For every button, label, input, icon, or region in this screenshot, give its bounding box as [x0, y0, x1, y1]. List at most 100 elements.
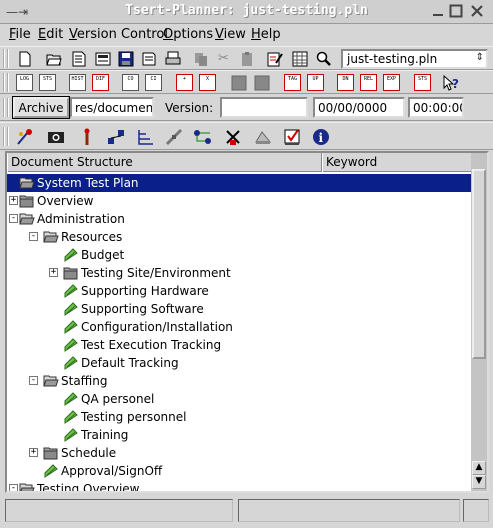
collapse-icon[interactable]: -: [29, 376, 38, 385]
new-document-icon[interactable]: [14, 49, 35, 68]
grid-icon[interactable]: [289, 49, 310, 68]
tree-row-label: Testing personnel: [81, 410, 187, 424]
tree-row[interactable]: Testing personnel: [7, 408, 473, 426]
tree-row[interactable]: Approval/SignOff: [7, 462, 473, 480]
cvs-up-icon[interactable]: UP: [305, 73, 326, 92]
menu-version-control[interactable]: Version Control: [69, 27, 168, 42]
expand-icon[interactable]: +: [49, 268, 58, 277]
cvs-hist-icon[interactable]: HIST: [67, 73, 88, 92]
collapse-icon[interactable]: -: [9, 214, 18, 223]
folder-open-icon: [43, 229, 59, 245]
document-structure-tree[interactable]: Document Structure Keyword System Test P…: [5, 151, 489, 493]
wizard-icon[interactable]: [14, 127, 35, 146]
hierarchy-icon[interactable]: [134, 127, 155, 146]
zoom-icon[interactable]: [313, 49, 334, 68]
scroll-down-arrow[interactable]: ▼: [472, 475, 486, 489]
stop-icon[interactable]: [228, 73, 249, 92]
file-select-combo[interactable]: just-testing.pln ⇕: [341, 49, 488, 69]
menu-view[interactable]: View: [215, 27, 246, 42]
cvs-ci-icon[interactable]: CI: [143, 73, 164, 92]
tree-row[interactable]: Supporting Hardware: [7, 282, 473, 300]
cvs-tag-icon[interactable]: TAG: [282, 73, 303, 92]
cvs-code: EXP: [383, 74, 400, 91]
cvs-log-icon[interactable]: LOG: [14, 73, 35, 92]
tree-row[interactable]: - Testing Overview: [7, 480, 473, 491]
tree-row[interactable]: - Resources: [7, 228, 473, 246]
menu-file[interactable]: File: [9, 27, 31, 42]
collapse-icon[interactable]: -: [29, 232, 38, 241]
menu-edit[interactable]: Edit: [38, 27, 63, 42]
archive-path-input[interactable]: res/documents: [70, 97, 154, 118]
delete-node-icon[interactable]: [222, 127, 243, 146]
leaf-icon: [63, 355, 79, 371]
open-folder-icon[interactable]: [43, 49, 64, 68]
tree-row[interactable]: Supporting Software: [7, 300, 473, 318]
leaf-icon: [63, 283, 79, 299]
pin-icon[interactable]: [76, 127, 97, 146]
date-input[interactable]: 00/00/0000: [313, 97, 405, 118]
print-icon[interactable]: [162, 49, 183, 68]
tree-row[interactable]: QA personel: [7, 390, 473, 408]
time-input[interactable]: 00:00:00: [408, 97, 464, 118]
camera-icon[interactable]: [45, 127, 66, 146]
flow-icon[interactable]: [192, 127, 213, 146]
column-document-structure[interactable]: Document Structure: [7, 153, 322, 172]
version-input[interactable]: [220, 97, 308, 118]
archive-button[interactable]: Archive: [12, 96, 70, 119]
cvs-diff-icon[interactable]: DIF: [90, 73, 111, 92]
cvs-down-icon[interactable]: DN: [335, 73, 356, 92]
save-icon[interactable]: [115, 49, 136, 68]
cvs-co-icon[interactable]: CO: [120, 73, 141, 92]
tree-row[interactable]: - Administration: [7, 210, 473, 228]
cvs-rel-icon[interactable]: REL: [358, 73, 379, 92]
tree-row[interactable]: + Overview: [7, 192, 473, 210]
info-icon[interactable]: i: [310, 127, 331, 146]
scrollbar-thumb[interactable]: [472, 169, 486, 359]
minimize-button[interactable]: [430, 3, 446, 19]
cvs-status-icon[interactable]: STS: [412, 73, 433, 92]
title-bar: —⇥ Tsert-Planner: just-testing.pln: [0, 0, 493, 24]
cvs-exp-icon[interactable]: EXP: [381, 73, 402, 92]
collapse-icon[interactable]: -: [9, 484, 18, 491]
cvs-code: REL: [360, 74, 377, 91]
paste-icon[interactable]: [236, 49, 257, 68]
tree-row[interactable]: - Staffing: [7, 372, 473, 390]
toolbar-grip[interactable]: [3, 98, 9, 117]
save-as-icon[interactable]: [138, 49, 159, 68]
expand-icon[interactable]: +: [9, 196, 18, 205]
toolbar-grip[interactable]: [3, 73, 9, 92]
report-icon[interactable]: [252, 127, 273, 146]
resize-grip[interactable]: [463, 499, 489, 522]
cvs-rm-icon[interactable]: X: [197, 73, 218, 92]
tree-row[interactable]: + Testing Site/Environment: [7, 264, 473, 282]
scroll-up-arrow[interactable]: ▲: [472, 461, 486, 475]
checklist-icon[interactable]: [281, 127, 302, 146]
tree-row[interactable]: Test Execution Tracking: [7, 336, 473, 354]
toolbar-grip[interactable]: [3, 49, 9, 68]
tree-vertical-scrollbar[interactable]: ▲ ▼: [471, 153, 487, 491]
cvs-add-icon[interactable]: +: [174, 73, 195, 92]
connect-icon[interactable]: [163, 127, 184, 146]
tree-row[interactable]: Training: [7, 426, 473, 444]
menu-options[interactable]: Options: [163, 27, 213, 42]
cvs-sts-icon[interactable]: STS: [37, 73, 58, 92]
tree-row[interactable]: Configuration/Installation: [7, 318, 473, 336]
stop-all-icon[interactable]: [251, 73, 272, 92]
menu-help[interactable]: Help: [251, 27, 281, 42]
context-help-icon[interactable]: ?: [440, 73, 461, 92]
cut-icon[interactable]: ✂: [213, 49, 234, 68]
tree-row[interactable]: + Schedule: [7, 444, 473, 462]
tree-row[interactable]: Budget: [7, 246, 473, 264]
properties-icon[interactable]: [68, 49, 89, 68]
expand-icon[interactable]: +: [29, 448, 38, 457]
tree-row[interactable]: Default Tracking: [7, 354, 473, 372]
maximize-button[interactable]: [448, 3, 464, 19]
edit-icon[interactable]: [264, 49, 285, 68]
network-icon[interactable]: [105, 127, 126, 146]
copy-icon[interactable]: [190, 49, 211, 68]
properties-list-icon[interactable]: [92, 49, 113, 68]
close-button[interactable]: [469, 3, 485, 19]
toolbar-grip[interactable]: [3, 127, 9, 146]
column-keyword[interactable]: Keyword: [322, 153, 473, 172]
tree-row[interactable]: System Test Plan: [7, 174, 473, 192]
